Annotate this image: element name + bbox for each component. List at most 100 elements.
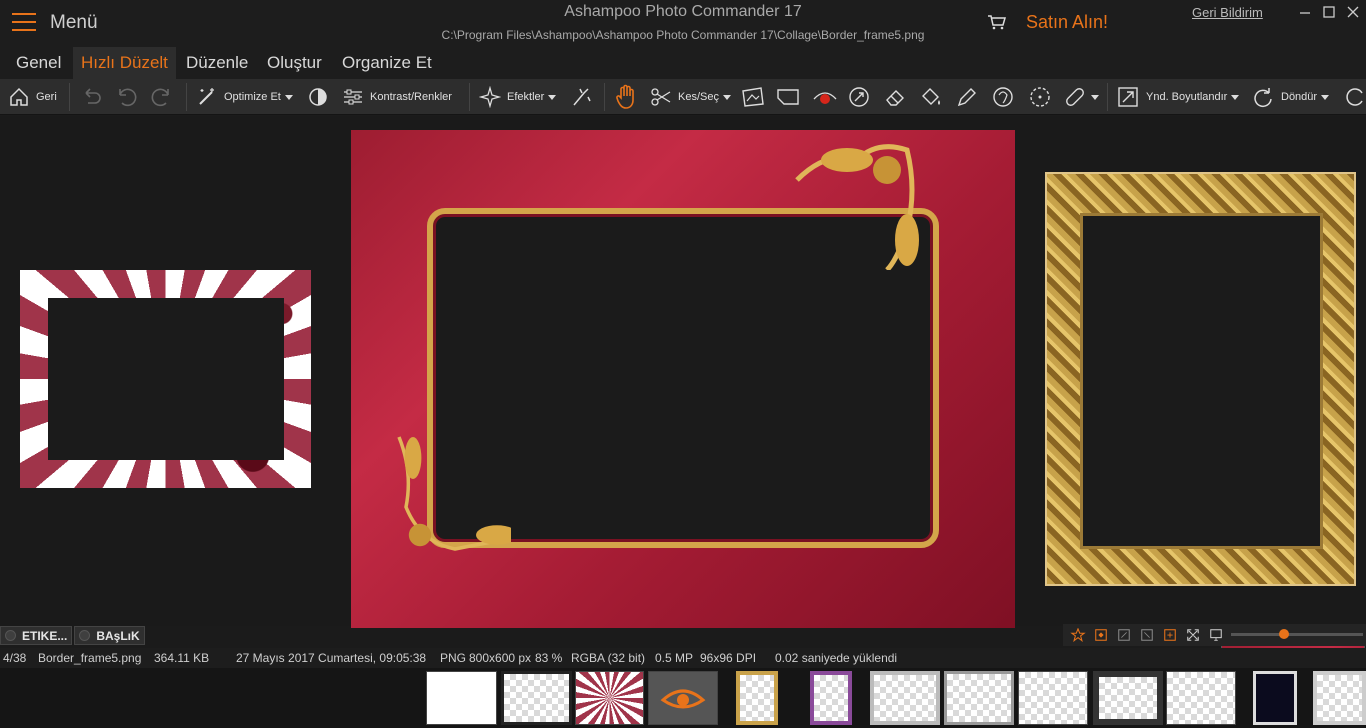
hand-pan-icon[interactable] [614, 84, 638, 110]
toolbar-divider [186, 83, 187, 111]
tab-duzenle[interactable]: Düzenle [178, 47, 256, 79]
thumbnail[interactable] [870, 671, 940, 725]
thumbnail[interactable] [810, 671, 852, 725]
redo-icon[interactable] [150, 84, 174, 110]
cut-select-button[interactable]: Kes/Seç [650, 84, 731, 110]
star-icon[interactable] [1070, 628, 1086, 642]
thumbnail[interactable] [1093, 671, 1163, 725]
undo-icon[interactable] [114, 84, 138, 110]
thumbnail[interactable] [575, 671, 644, 725]
thumbnail-current[interactable] [648, 671, 718, 725]
image-index: 4/38 [3, 651, 27, 665]
view-mode-icon[interactable] [1116, 628, 1132, 642]
crop-frame-icon[interactable] [775, 84, 801, 110]
zoom-slider-knob[interactable] [1278, 629, 1289, 639]
scissors-icon [651, 88, 671, 106]
compare-icon[interactable] [1093, 628, 1109, 642]
rotate-button[interactable]: Döndür [1251, 84, 1330, 110]
pen-icon[interactable] [955, 84, 979, 110]
back-button[interactable]: Geri [8, 84, 57, 110]
title-chip[interactable]: BAşLıK [74, 626, 145, 645]
tab-hizli-duzelt[interactable]: Hızlı Düzelt [73, 47, 176, 79]
label-chip-text: ETIKE... [22, 628, 68, 643]
next-image[interactable] [1045, 172, 1356, 586]
current-image[interactable] [351, 130, 1015, 628]
thumbnail[interactable] [426, 671, 497, 725]
fullscreen-icon[interactable] [1185, 628, 1201, 642]
thumbnail[interactable] [501, 671, 572, 725]
file-date: 27 Mayıs 2017 Cumartesi, 09:05:38 [236, 651, 427, 665]
tab-genel[interactable]: Genel [8, 47, 69, 79]
cut-select-label: Kes/Seç [678, 91, 719, 103]
face-retouch-icon[interactable] [991, 84, 1015, 110]
menu-icon[interactable] [12, 13, 36, 33]
menu-label[interactable]: Menü [50, 12, 98, 34]
clone-stamp-icon[interactable] [847, 84, 871, 110]
effects-label: Efektler [507, 91, 545, 103]
back-label: Geri [36, 91, 57, 103]
undo-all-icon[interactable] [80, 84, 104, 110]
thumbnail[interactable] [1166, 671, 1236, 725]
resize-icon [1118, 87, 1138, 107]
contrast-colors-label: Kontrast/Renkler [370, 91, 452, 103]
title-bar: Menü Ashampoo Photo Commander 17 C:\Prog… [0, 0, 1366, 47]
ornament-top-right [795, 144, 919, 270]
zoom-slider[interactable] [1231, 629, 1363, 639]
optimize-button[interactable]: Optimize Et [196, 84, 293, 110]
toolbar: Geri Optimize Et Kontrast/Renkler Efektl… [0, 79, 1366, 115]
label-chip[interactable]: ETIKE... [0, 626, 73, 645]
image-viewer[interactable] [0, 116, 1366, 728]
thumbnail[interactable] [1253, 671, 1297, 725]
eraser-icon[interactable] [883, 84, 907, 110]
zoom-level: 83 % [535, 651, 563, 665]
exposure-icon[interactable] [306, 84, 330, 110]
export-icon[interactable] [1162, 628, 1178, 642]
toolbar-divider [1107, 83, 1108, 111]
thumbnail[interactable] [944, 671, 1014, 725]
thumbnail[interactable] [1313, 671, 1366, 725]
minimize-icon[interactable] [1297, 4, 1313, 20]
resize-label: Ynd. Boyutlandır [1146, 91, 1228, 103]
feedback-link[interactable]: Geri Bildirim [1192, 5, 1263, 20]
file-size: 364.11 KB [154, 651, 210, 665]
file-name: Border_frame5.png [38, 651, 142, 665]
bandage-dropdown[interactable] [1063, 84, 1099, 110]
red-eye-icon[interactable] [812, 84, 838, 110]
sparkle-icon [479, 86, 501, 108]
cart-icon[interactable] [987, 14, 1007, 30]
brush-effect-icon[interactable] [570, 84, 594, 110]
fill-bucket-icon[interactable] [919, 84, 943, 110]
status-bar: 4/38 Border_frame5.png 364.11 KB 27 Mayı… [0, 648, 1366, 668]
monitor-icon[interactable] [1208, 628, 1224, 642]
selection-circle-icon[interactable] [1028, 84, 1052, 110]
thumbnail[interactable] [736, 671, 778, 725]
previous-image[interactable] [20, 270, 311, 488]
chevron-down-icon [1091, 94, 1099, 100]
chevron-down-icon [284, 94, 293, 100]
close-icon[interactable] [1345, 4, 1361, 20]
refresh-icon[interactable] [1342, 84, 1366, 110]
tab-organize-et[interactable]: Organize Et [334, 47, 440, 79]
optimize-label: Optimize Et [224, 91, 281, 103]
thumbnail[interactable] [1018, 671, 1088, 725]
label-color-dot [5, 630, 16, 641]
tab-olustur[interactable]: Oluştur [259, 47, 330, 79]
buy-button[interactable]: Satın Alın! [1026, 12, 1108, 33]
bandage-icon [1066, 88, 1084, 106]
toolbar-divider [69, 83, 70, 111]
file-path: C:\Program Files\Ashampoo\Ashampoo Photo… [441, 28, 925, 42]
toolbar-divider [469, 83, 470, 111]
view-mode-2-icon[interactable] [1139, 628, 1155, 642]
resize-button[interactable]: Ynd. Boyutlandır [1116, 84, 1240, 110]
file-format: PNG [440, 651, 467, 665]
perspective-icon[interactable] [740, 84, 766, 110]
effects-button[interactable]: Efektler [479, 84, 557, 110]
app-title: Ashampoo Photo Commander 17 [564, 3, 802, 20]
title-chip-text: BAşLıK [96, 628, 140, 643]
maximize-icon[interactable] [1321, 4, 1337, 20]
eye-icon [660, 689, 706, 709]
magic-wand-icon [199, 88, 214, 105]
contrast-colors-button[interactable]: Kontrast/Renkler [342, 84, 452, 110]
load-time: 0.02 saniyede yüklendi [775, 651, 898, 665]
home-icon [10, 87, 28, 106]
